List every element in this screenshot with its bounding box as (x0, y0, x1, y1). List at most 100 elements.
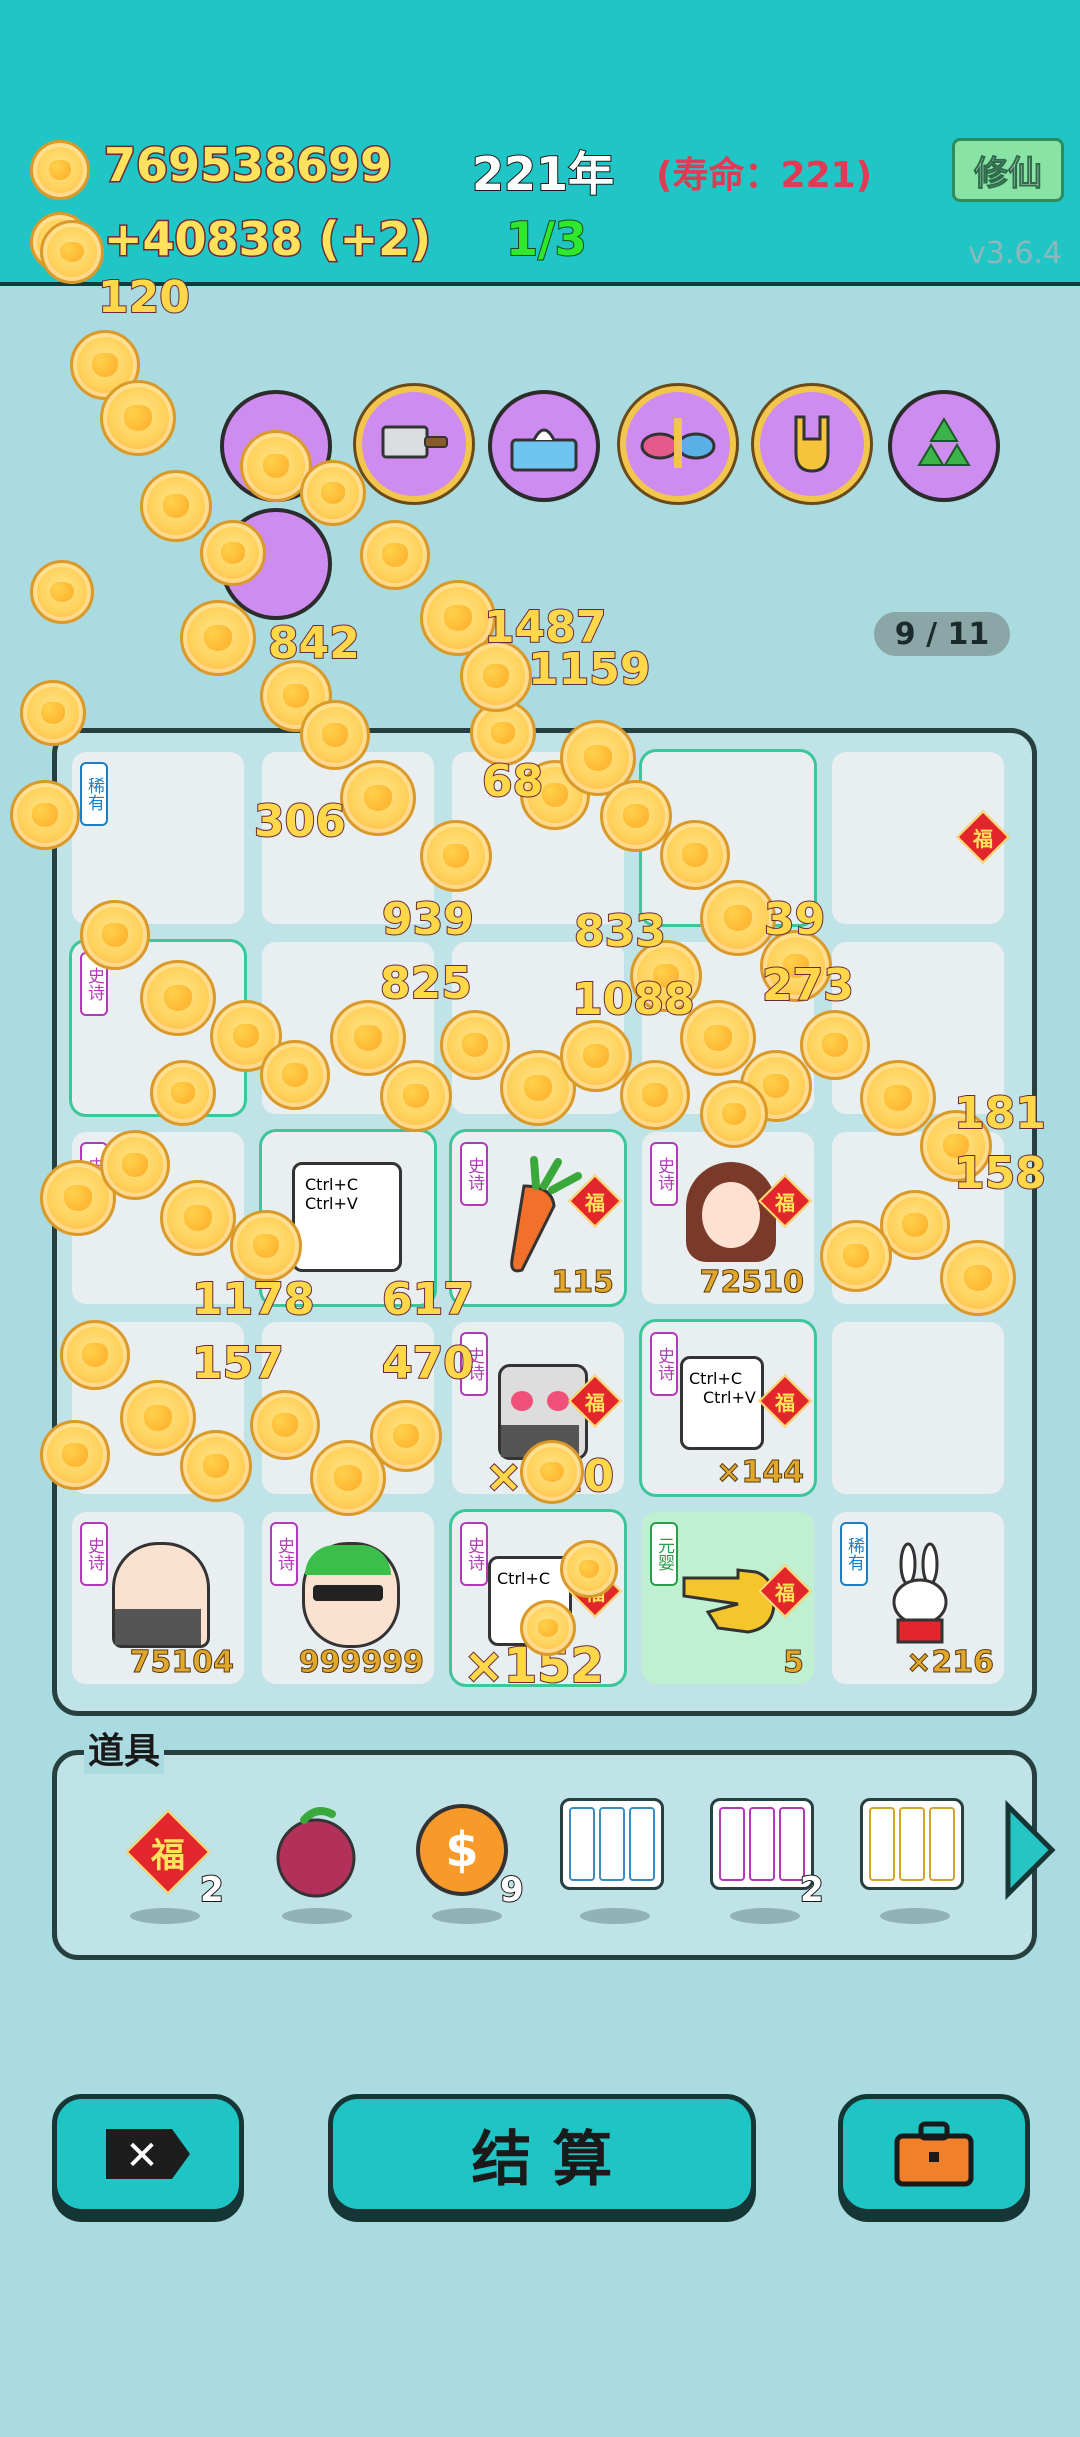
board-cell[interactable]: 福 (832, 752, 1010, 924)
recycle-icon (917, 417, 971, 466)
fu-item-icon: 福 (125, 1809, 211, 1895)
board-cell-hand[interactable]: 元婴 福 5 (642, 1512, 814, 1684)
board-cell[interactable]: 稀有 (72, 752, 244, 924)
flying-coin-icon (40, 220, 104, 284)
version-label: v3.6.4 (968, 236, 1063, 271)
legend-cards-icon[interactable] (860, 1798, 964, 1890)
flying-coin-icon (700, 1080, 768, 1148)
flying-coin-icon (800, 1010, 870, 1080)
flying-coin-icon (10, 780, 80, 850)
item-count: 72510 (699, 1265, 804, 1301)
floating-number: 68 (481, 755, 544, 808)
flying-coin-icon (140, 470, 212, 542)
rice-bowls-icon (640, 418, 716, 468)
floating-number: 833 (573, 905, 667, 958)
rarity-tag: 史诗 (460, 1522, 488, 1586)
flying-coin-icon (340, 760, 416, 836)
rarity-tag: 史诗 (650, 1332, 678, 1396)
item-shadow (580, 1908, 650, 1924)
sunglasses-guy-icon (302, 1542, 400, 1648)
tissue-button[interactable] (488, 390, 600, 502)
ctrl-card-icon: Ctrl+C Ctrl+V (680, 1356, 764, 1450)
board-cell-carrot[interactable]: 史诗 福 115 (452, 1132, 624, 1304)
floating-number: 470 (381, 1337, 475, 1390)
floating-number: 842 (267, 617, 361, 670)
rock-hand-button[interactable] (754, 386, 870, 502)
board-cell-glasses[interactable]: 史诗 999999 (262, 1512, 434, 1684)
floating-number: 157 (191, 1337, 285, 1390)
flying-coin-icon (60, 1320, 130, 1390)
flying-coin-icon (560, 1540, 618, 1598)
flying-coin-icon (330, 1000, 406, 1076)
cleaver-button[interactable] (356, 386, 472, 502)
flying-coin-icon (260, 1040, 330, 1110)
settle-label: 结 算 (471, 2124, 613, 2195)
flying-coin-icon (300, 700, 370, 770)
recycle-button[interactable] (888, 390, 1000, 502)
board-cell[interactable] (832, 1322, 1004, 1494)
rarity-tag: 史诗 (650, 1142, 678, 1206)
item-shadow (730, 1908, 800, 1924)
ctrl-card-icon: Ctrl+C Ctrl+V (292, 1162, 402, 1272)
flying-coin-icon (940, 1240, 1016, 1316)
flying-coin-icon (20, 680, 86, 746)
item-shadow (880, 1908, 950, 1924)
board-cell-girl[interactable]: 史诗 福 72510 (642, 1132, 814, 1304)
flying-coin-icon (180, 1430, 252, 1502)
flying-coin-icon (420, 820, 492, 892)
flying-coin-icon (600, 780, 672, 852)
floating-number: 273 (761, 959, 855, 1012)
settle-button[interactable]: 结 算 (328, 2094, 756, 2214)
flying-coin-icon (560, 1020, 632, 1092)
flying-coin-icon (30, 560, 94, 624)
item-count: 5 (783, 1645, 805, 1681)
flying-coin-icon (120, 1380, 196, 1456)
item-shadow (432, 1908, 502, 1924)
floating-number: 39 (763, 893, 826, 946)
board-cell-rabbit[interactable]: 稀有 ×216 (832, 1512, 1004, 1684)
flying-coin-icon (660, 820, 730, 890)
rarity-tag: 史诗 (80, 1522, 108, 1586)
svg-text:$: $ (445, 1822, 478, 1878)
flying-coin-icon (520, 1600, 576, 1656)
item-count: 9 (499, 1869, 525, 1911)
item-count: ×144 (716, 1455, 805, 1491)
flying-coin-icon (250, 1390, 320, 1460)
rock-hand-icon (794, 415, 830, 473)
flying-coin-icon (440, 1010, 510, 1080)
years-counter: 221年 (471, 146, 615, 202)
rare-cards-icon[interactable] (560, 1798, 664, 1890)
floating-number: 306 (253, 795, 347, 848)
briefcase-button[interactable] (838, 2094, 1030, 2214)
flying-coin-icon (370, 1400, 442, 1472)
dollar-coin-item[interactable]: $ (412, 1800, 512, 1900)
berry-item[interactable] (264, 1800, 364, 1900)
income-rate: +40838 (+2) (102, 211, 432, 268)
flying-coin-icon (80, 900, 150, 970)
flying-coin-icon (820, 1220, 892, 1292)
floating-number: 1159 (527, 643, 651, 696)
stage-progress: 1/3 (505, 211, 588, 267)
board-cell-ctrl[interactable]: 史诗 Ctrl+C Ctrl+V 福 ×144 (642, 1322, 814, 1494)
flying-coin-icon (150, 1060, 216, 1126)
flying-coin-icon (40, 1420, 110, 1490)
rarity-tag: 稀有 (840, 1522, 868, 1586)
floating-number: 120 (97, 271, 191, 324)
board-cell-uncle[interactable]: 史诗 75104 (72, 1512, 244, 1684)
floating-number: 1088 (571, 973, 695, 1026)
svg-text:✕: ✕ (125, 2133, 159, 2179)
epic-cards-icon[interactable] (710, 1798, 814, 1890)
bowls-button[interactable] (620, 386, 736, 502)
exit-button[interactable]: ✕ (52, 2094, 244, 2214)
floating-number: 939 (381, 893, 475, 946)
flying-coin-icon (100, 380, 176, 456)
flying-coin-icon (230, 1210, 302, 1282)
bald-uncle-icon (112, 1542, 210, 1648)
scroll-right-arrow-icon[interactable] (1000, 1800, 1060, 1900)
cultivate-button[interactable]: 修仙 (952, 138, 1064, 202)
rabbit-icon (892, 1542, 948, 1644)
item-count: 999999 (298, 1645, 424, 1681)
flying-coin-icon (200, 520, 266, 586)
floating-number: 181 (953, 1087, 1047, 1140)
board-cell-ctrl[interactable]: 史诗 Ctrl+C 福 ×152 (452, 1512, 624, 1695)
